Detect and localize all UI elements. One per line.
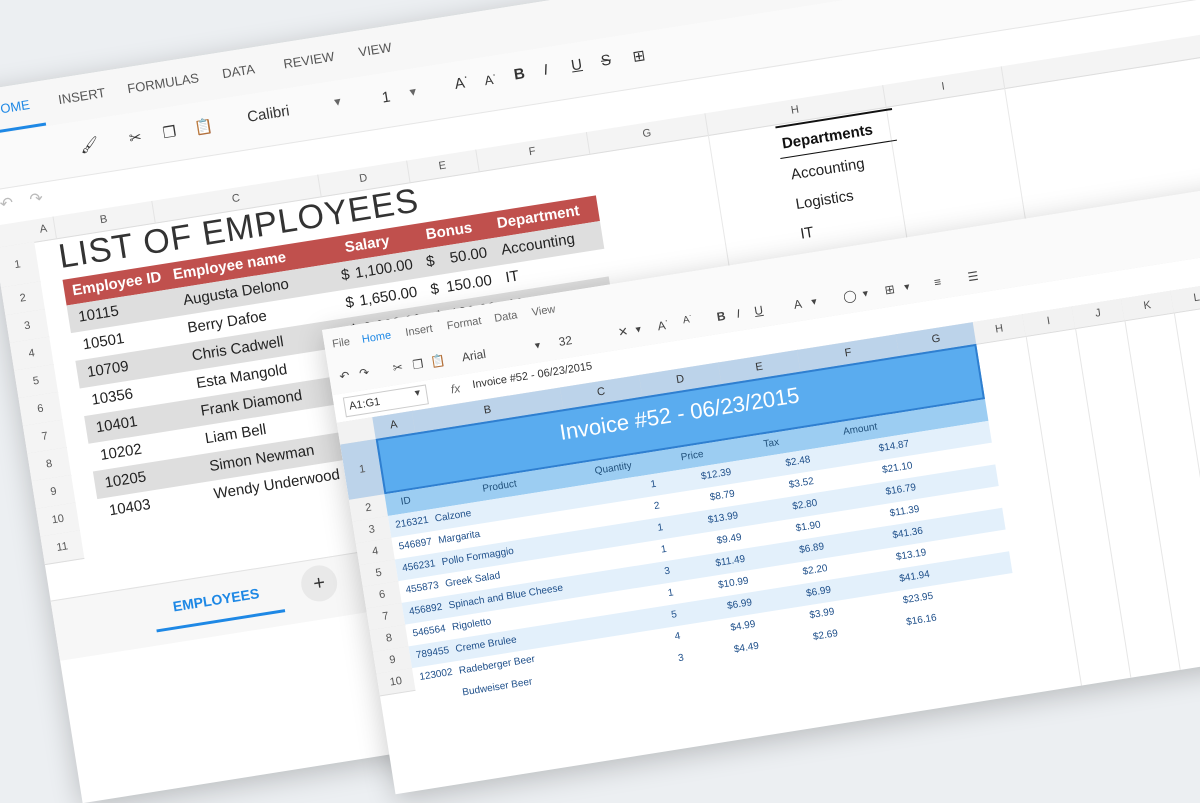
departments-header: Departments — [780, 121, 875, 153]
borders-icon[interactable]: ⊞ — [631, 46, 646, 66]
cut-icon[interactable]: ✂ — [392, 360, 404, 375]
cut-icon[interactable]: ✂ — [128, 128, 143, 148]
menu-insert[interactable]: Insert — [405, 323, 434, 339]
column-header-g[interactable]: G — [585, 113, 709, 154]
paste-icon[interactable]: 📋 — [429, 353, 446, 369]
department-cell[interactable]: IT — [504, 263, 522, 293]
copy-icon[interactable]: ❐ — [161, 122, 178, 142]
item-id-cell[interactable]: 123002 — [418, 662, 454, 689]
column-header-i[interactable]: I — [882, 66, 1006, 107]
department-list-item[interactable]: IT — [799, 224, 815, 243]
tab-data[interactable]: DATA — [221, 61, 256, 81]
department-list-item[interactable]: Logistics — [794, 187, 854, 213]
increase-font-icon[interactable]: A˙ — [453, 74, 470, 93]
paste-icon[interactable]: 📋 — [193, 117, 214, 138]
tab-insert[interactable]: INSERT — [57, 85, 106, 107]
menu-format[interactable]: Format — [446, 315, 482, 332]
bold-button[interactable]: B — [513, 65, 526, 83]
wrap-text-icon[interactable]: ☰ — [967, 269, 980, 285]
redo-icon[interactable]: ↷ — [28, 188, 44, 210]
copy-icon[interactable]: ❐ — [412, 357, 425, 373]
decrease-font-icon[interactable]: A˙ — [682, 314, 694, 326]
chevron-down-icon[interactable]: ▼ — [633, 324, 643, 335]
tab-formulas[interactable]: FORMULAS — [126, 70, 200, 96]
chevron-down-icon[interactable]: ▼ — [331, 96, 344, 110]
redo-icon[interactable]: ↷ — [358, 365, 370, 380]
fx-icon: fx — [449, 381, 462, 397]
chevron-down-icon[interactable]: ▼ — [407, 86, 420, 100]
employee-id-cell[interactable]: 10403 — [107, 491, 153, 525]
undo-icon[interactable]: ↶ — [0, 193, 15, 215]
row-header-10[interactable]: 10 — [376, 668, 416, 697]
format-painter-icon[interactable]: 🖌 — [78, 135, 100, 156]
row-header-11[interactable]: 11 — [40, 530, 85, 566]
increase-font-icon[interactable]: A˙ — [656, 318, 670, 334]
department-list-item[interactable]: Accounting — [790, 155, 866, 183]
tab-view[interactable]: VIEW — [357, 40, 392, 60]
undo-icon[interactable]: ↶ — [338, 368, 350, 383]
menu-data[interactable]: Data — [493, 309, 518, 324]
currency-symbol: $ — [344, 293, 356, 312]
grid-line — [1074, 328, 1133, 684]
close-icon[interactable]: ✕ — [617, 324, 629, 339]
menu-file[interactable]: File — [331, 336, 350, 351]
bold-button[interactable]: B — [716, 309, 727, 324]
tab-review[interactable]: REVIEW — [282, 49, 335, 72]
chevron-down-icon[interactable]: ▼ — [860, 288, 870, 299]
menu-home[interactable]: Home — [361, 329, 392, 345]
chevron-down-icon[interactable]: ▼ — [902, 281, 912, 292]
menu-view[interactable]: View — [531, 303, 556, 319]
currency-symbol: $ — [429, 280, 441, 299]
chevron-down-icon[interactable]: ▼ — [809, 296, 819, 307]
column-header-f[interactable]: F — [475, 131, 591, 172]
chevron-down-icon[interactable]: ▼ — [412, 387, 422, 398]
borders-icon[interactable]: ⊞ — [884, 282, 896, 297]
tab-home[interactable]: HOME — [0, 97, 31, 118]
fill-color-icon[interactable]: ◯ — [842, 288, 857, 304]
grid-line — [1025, 335, 1083, 692]
decrease-font-icon[interactable]: A˙ — [483, 71, 498, 88]
chevron-down-icon[interactable]: ▼ — [532, 340, 542, 351]
grid-line — [1173, 312, 1200, 669]
grid-line — [1124, 320, 1182, 676]
font-size-select[interactable]: 32 — [558, 333, 573, 349]
